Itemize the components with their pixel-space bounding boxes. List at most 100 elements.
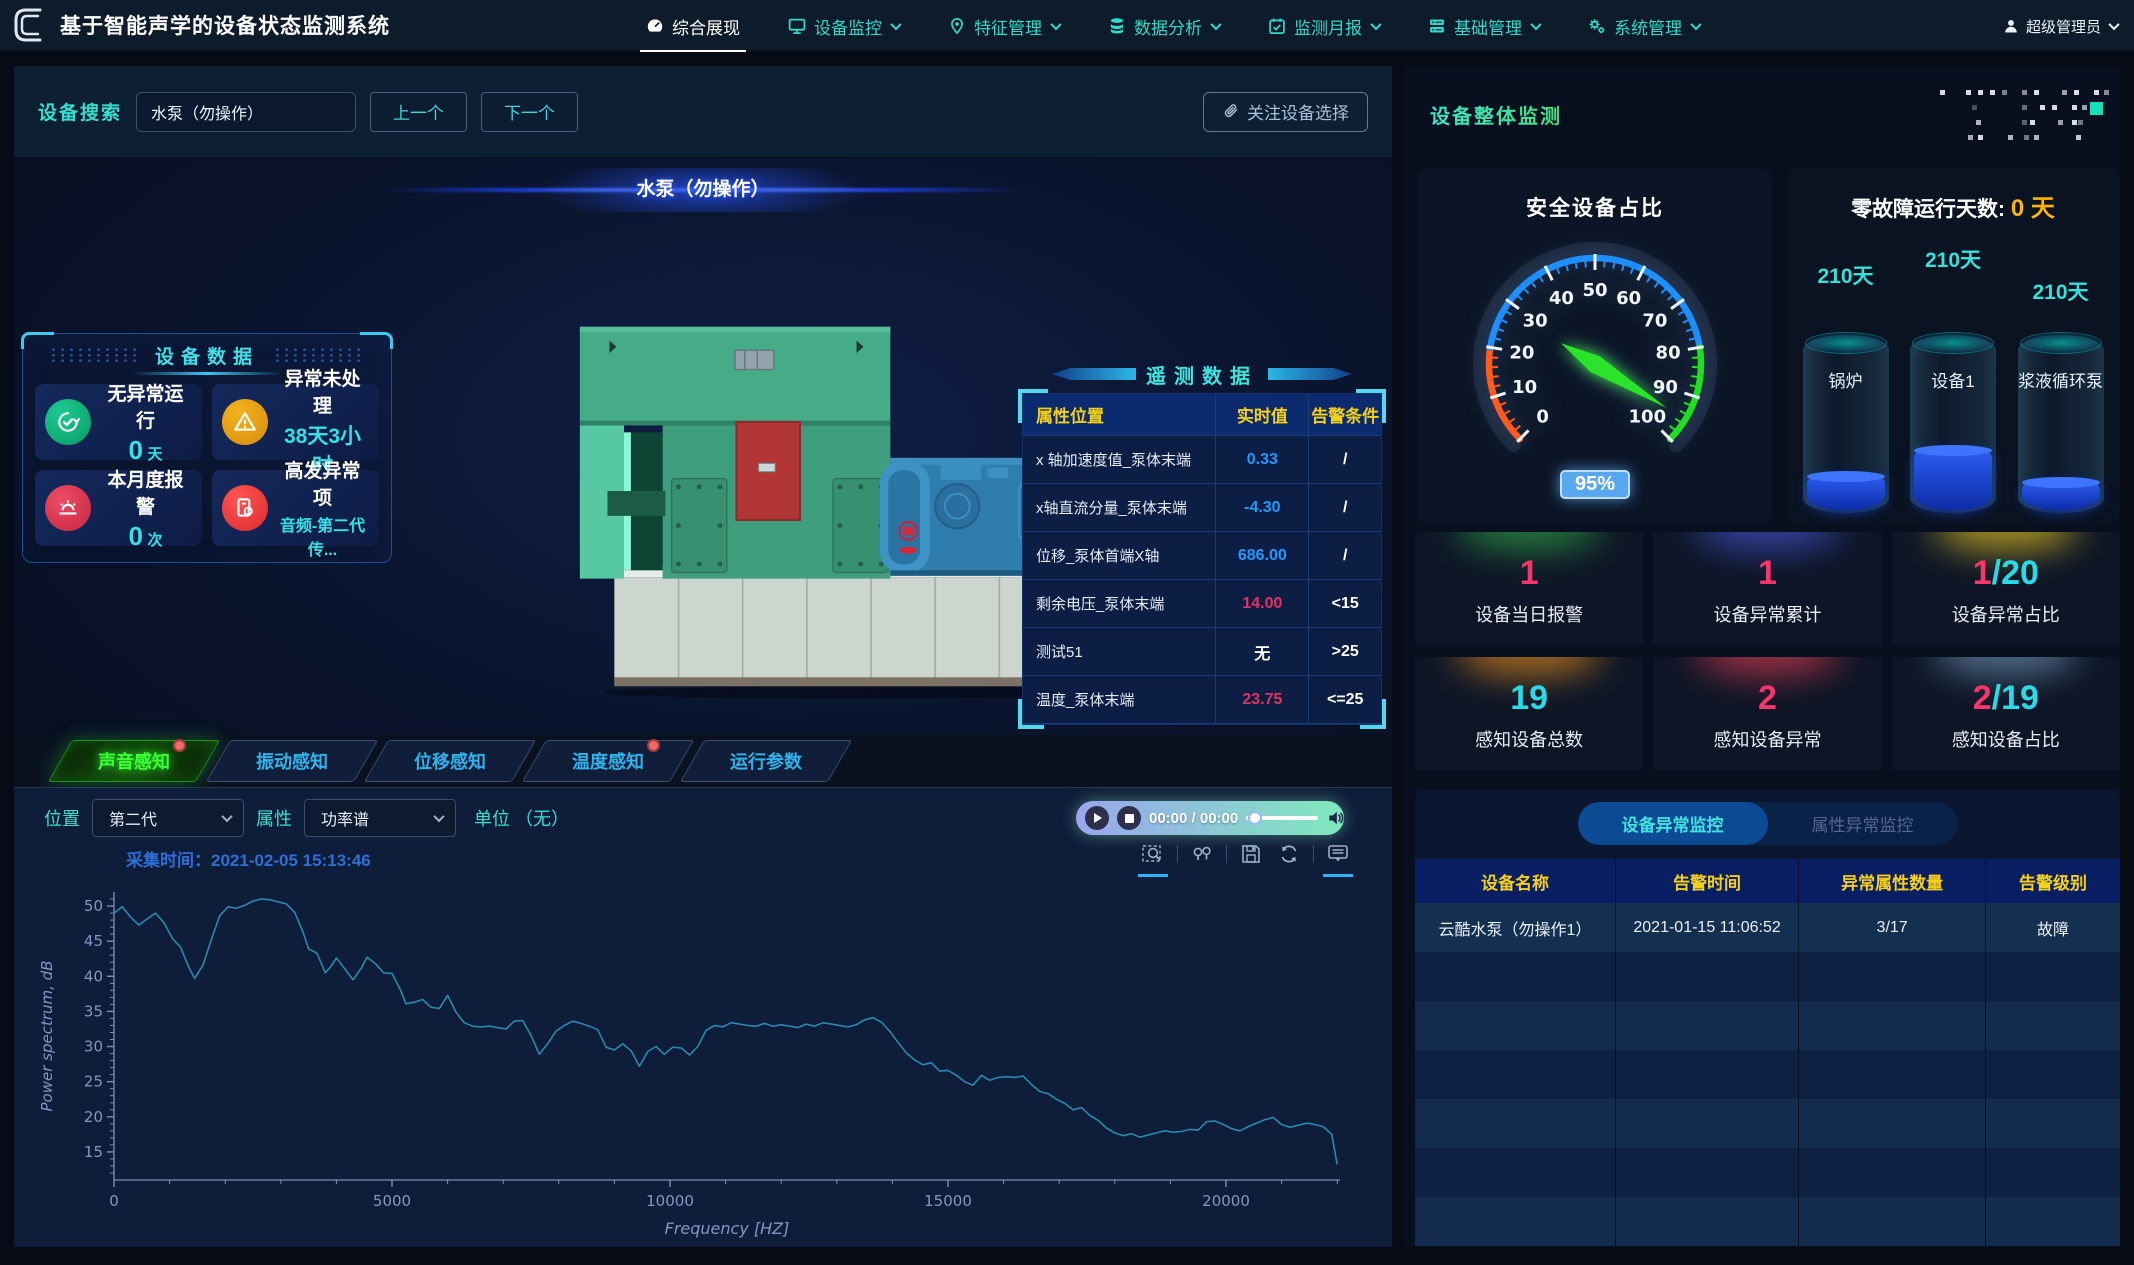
nav-item-feature-mgmt[interactable]: 特征管理 [944, 0, 1064, 52]
tab-run-params[interactable]: 运行参数 [680, 740, 852, 782]
chevron-down-icon [1050, 19, 1061, 30]
model-viewport[interactable]: 水泵（勿操作） [14, 158, 1392, 735]
main-menu: 综合展现 设备监控 特征管理 数据分析 监测月报 基础管理 [642, 0, 1704, 52]
alarm-icon [45, 485, 91, 531]
zoom-select-icon[interactable] [1139, 840, 1167, 868]
svg-text:Power spectrum, dB: Power spectrum, dB [38, 961, 56, 1112]
position-select[interactable]: 第二代 [92, 799, 244, 837]
stat-card-month-alarms: 本月度报警 0 次 [35, 470, 202, 546]
speaker-icon [1326, 808, 1346, 828]
svg-text:20000: 20000 [1202, 1192, 1250, 1210]
cylinder-rim [1805, 332, 1887, 354]
monitor-icon [788, 17, 806, 35]
nav-item-system-mgmt[interactable]: 系统管理 [1584, 0, 1704, 52]
player-time: 00:00 / 00:00 [1149, 810, 1238, 827]
alarm-row[interactable]: 云酷水泵（勿操作1） 2021-01-15 11:06:52 3/17 故障 [1415, 903, 2120, 952]
refresh-icon[interactable] [1275, 840, 1303, 868]
nav-item-overview[interactable]: 综合展现 [642, 0, 744, 52]
collect-time: 采集时间：2021-02-05 15:13:46 [126, 846, 371, 871]
stat-label: 本月度报警 [99, 465, 192, 519]
stat-sensor-total: 19 感知设备总数 [1415, 657, 1643, 770]
sense-tabs: 声音感知 振动感知 位移感知 温度感知 运行参数 [14, 735, 1392, 788]
tab-device-alarm-monitor[interactable]: 设备异常监控 [1578, 802, 1768, 845]
alarm-row-empty [1415, 1001, 2120, 1050]
alarm-header-row: 设备名称 告警时间 异常属性数量 告警级别 [1415, 859, 2120, 903]
nav-item-label: 特征管理 [974, 14, 1042, 39]
stat-card-unhandled: 异常未处理 38天3小时 [212, 384, 379, 460]
chevron-down-icon [2108, 19, 2119, 30]
stat-unit: 次 [147, 532, 162, 549]
zoom-reset-icon[interactable] [1188, 840, 1216, 868]
alarm-row-empty [1415, 1197, 2120, 1246]
svg-text:0: 0 [109, 1192, 119, 1210]
server-icon [1428, 17, 1446, 35]
svg-text:100: 100 [1629, 406, 1667, 427]
telemetry-row: 温度_泵体末端 23.75 <=25 [1023, 676, 1381, 724]
stat-today-alarms: 1 设备当日报警 [1415, 532, 1643, 645]
chevron-down-icon [1210, 19, 1221, 30]
stat-sensor-anomaly: 2 感知设备异常 [1653, 657, 1881, 770]
gears-icon [1588, 17, 1606, 35]
sync-check-icon [45, 399, 91, 445]
svg-text:35: 35 [84, 1002, 103, 1020]
overview-panel: 设备整体监测 安全设备占比 0102030405060708090100 95% [1404, 66, 2120, 1247]
model-title-banner: 水泵（勿操作） [383, 172, 1023, 208]
tab-sound-sense[interactable]: 声音感知 [48, 740, 220, 782]
model-title: 水泵（勿操作） [636, 179, 769, 200]
svg-text:80: 80 [1656, 342, 1681, 363]
tab-displacement-sense[interactable]: 位移感知 [364, 740, 536, 782]
attribute-label: 属性 [256, 805, 292, 831]
telemetry-panel: 遥测数据 属性位置 实时值 告警条件 x 轴加速度值_泵体末端 0.33 / [1022, 355, 1382, 727]
gauge-title: 安全设备占比 [1418, 168, 1772, 222]
next-device-button[interactable]: 下一个 [481, 92, 578, 132]
overview-title: 设备整体监测 [1430, 100, 1562, 129]
tooltip-toggle-icon[interactable] [1324, 840, 1352, 868]
dots-decoration [1912, 84, 2112, 146]
nav-item-data-analysis[interactable]: 数据分析 [1104, 0, 1224, 52]
alarm-row-empty [1415, 1099, 2120, 1148]
svg-text:30: 30 [84, 1038, 103, 1056]
stat-anomaly-ratio: 1/20 设备异常占比 [1892, 532, 2120, 645]
top-nav: 基于智能声学的设备状态监测系统 综合展现 设备监控 特征管理 数据分析 监测月报 [0, 0, 2134, 52]
svg-text:15: 15 [84, 1143, 103, 1161]
device-data-panel: 设备数据 无异常运行 0 天 [22, 333, 392, 563]
cylinder-slurry-pump: 210天 浆液循环泵 [2013, 232, 2109, 515]
user-menu[interactable]: 超级管理员 [2003, 0, 2118, 52]
chevron-down-icon [221, 811, 232, 822]
nav-item-monthly-report[interactable]: 监测月报 [1264, 0, 1384, 52]
nav-item-label: 基础管理 [1454, 14, 1522, 39]
tab-temperature-sense[interactable]: 温度感知 [522, 740, 694, 782]
prev-device-button[interactable]: 上一个 [370, 92, 467, 132]
cylinder-liquid [1914, 450, 1992, 510]
audio-player: 00:00 / 00:00 [1076, 801, 1344, 835]
cylinder-name: 锅炉 [1797, 371, 1895, 393]
map-pin-icon [948, 17, 966, 35]
nav-item-device-monitor[interactable]: 设备监控 [784, 0, 904, 52]
gauge-chart: 0102030405060708090100 [1440, 224, 1750, 474]
telemetry-title: 遥测数据 [1146, 360, 1258, 389]
alarm-row-empty [1415, 1148, 2120, 1197]
title-wing-decoration [1268, 368, 1352, 380]
stop-button[interactable] [1117, 806, 1141, 830]
device-data-title: 设备数据 [151, 342, 263, 369]
tab-attribute-alarm-monitor[interactable]: 属性异常监控 [1768, 802, 1958, 845]
svg-text:90: 90 [1653, 377, 1678, 398]
nav-item-label: 数据分析 [1134, 14, 1202, 39]
focus-device-button[interactable]: 关注设备选择 [1203, 92, 1368, 132]
svg-text:40: 40 [1549, 288, 1574, 309]
cylinder-name: 浆液循环泵 [2012, 371, 2110, 393]
paperclip-icon [1222, 103, 1239, 120]
stat-value: 音频-第二代传... [276, 512, 369, 560]
device-search-input[interactable] [136, 92, 356, 132]
svg-text:15000: 15000 [924, 1192, 972, 1210]
cylinder-liquid [2022, 482, 2100, 510]
stat-value: 0 [129, 435, 143, 465]
volume-slider[interactable] [1246, 811, 1318, 825]
save-icon[interactable] [1237, 840, 1265, 868]
attribute-select[interactable]: 功率谱 [304, 799, 456, 837]
play-button[interactable] [1085, 806, 1109, 830]
telemetry-header-row: 属性位置 实时值 告警条件 [1023, 394, 1381, 436]
tab-vibration-sense[interactable]: 振动感知 [206, 740, 378, 782]
device-search-bar: 设备搜索 上一个 下一个 关注设备选择 [14, 66, 1392, 158]
nav-item-base-mgmt[interactable]: 基础管理 [1424, 0, 1544, 52]
